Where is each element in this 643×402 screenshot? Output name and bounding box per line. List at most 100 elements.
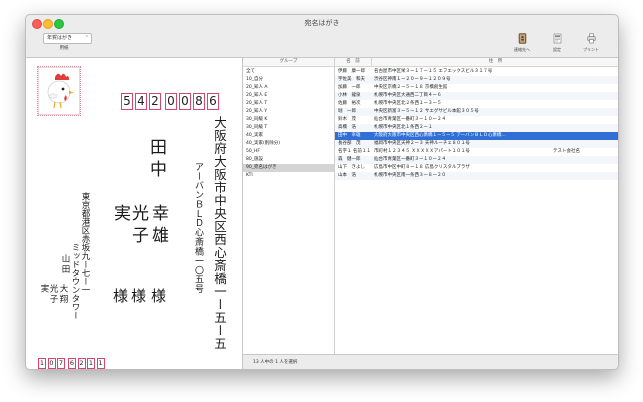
- recipient-surname: 田中: [146, 138, 166, 182]
- selection-status: 13 人中の 1 人を選択: [253, 360, 298, 365]
- group-item[interactable]: 20_知人 Y: [243, 108, 334, 116]
- recipient-address-line2: アーバンＢＬＤ心斎橋一〇五号: [193, 162, 203, 294]
- contact-address: 広島市中区中町８ー１８ 広島クリスタルプラザ: [374, 165, 470, 170]
- contact-address: 中央区新富３ー５ー１２ サエグサビル本館３０５号: [374, 109, 479, 114]
- contact-name: 宇佐美 和夫: [338, 77, 365, 82]
- toolbar: 年賀はがき ⌃ 用紙 連絡先へ 設定 プリント: [26, 31, 618, 58]
- contact-company: テスト会社名: [553, 149, 580, 154]
- paper-type-label: 用紙: [59, 46, 69, 51]
- contact-address: 札幌市中央区北２条西１ー３ー５: [374, 101, 442, 106]
- name-column-header[interactable]: 名 前: [335, 58, 371, 67]
- group-item[interactable]: 30_同級 T: [243, 124, 334, 132]
- stamp-illustration: [37, 66, 81, 116]
- contact-name: 長谷部 茂: [338, 141, 361, 146]
- postal-digit: 1: [38, 358, 46, 369]
- group-item[interactable]: 50_HF: [243, 148, 334, 156]
- postcard-preview[interactable]: 5 4 2 0 0 8 6 大阪府大阪市中央区西心斎橋一ー五ー五 アーバンＢＬＤ…: [26, 58, 243, 369]
- contact-address: 中央区京橋２ー５ー１８ 京橋創生館: [374, 85, 448, 90]
- postal-digit: 5: [121, 93, 133, 110]
- group-list[interactable]: グループ 全て 10_自分 20_知人 A 20_知人 E 20_知人 T 20_知人 Y…: [243, 58, 335, 354]
- app-window: 宛名はがき 年賀はがき ⌃ 用紙 連絡先へ 設定 プリント 5 4 2 0 0 …: [25, 14, 619, 370]
- settings-button-label: 設定: [553, 47, 561, 52]
- contact-row[interactable]: 宇佐美 和夫 渋谷区神南１ー２０ー９ー１２０９号: [335, 76, 618, 84]
- print-button[interactable]: プリント: [578, 32, 604, 56]
- group-item[interactable]: 40_実家: [243, 132, 334, 140]
- contact-name: 加藤 一郎: [338, 85, 361, 90]
- postal-digit: 4: [135, 93, 147, 110]
- contact-name: 森 健一郎: [338, 157, 361, 162]
- contact-address: 仙台市青葉区一番町３ー１０ー２４: [374, 117, 446, 122]
- contact-address: 福岡市中央区天神２ー３ 天神ルーチェ８０１号: [374, 141, 470, 146]
- contact-row[interactable]: 伊藤 康一郎 名古屋市中区栄３ー１７ー１５ エフエックスビル３１７号: [335, 68, 618, 76]
- printer-icon: [587, 33, 596, 44]
- postal-digit: 2: [77, 358, 86, 369]
- recipient-address-line1: 大阪府大阪市中央区西心斎橋一ー五ー五: [212, 116, 227, 350]
- group-column-header[interactable]: グループ: [243, 58, 334, 67]
- settings-button[interactable]: 設定: [544, 32, 570, 56]
- postal-digit: 2: [149, 93, 161, 110]
- group-item[interactable]: 20_知人 T: [243, 100, 334, 108]
- contact-name: 伊藤 康一郎: [338, 69, 365, 74]
- group-item[interactable]: 20_知人 E: [243, 92, 334, 100]
- contact-address: 札幌市中央区南一条西３ー８ー２０: [374, 173, 446, 178]
- contact-address: 名古屋市中区栄３ー１７ー１５ エフエックスビル３１７号: [374, 69, 493, 74]
- contact-address: 札幌市中央区北１条西２ー１: [374, 125, 433, 130]
- contact-address: 市町村１２３４５ ＸＸＸＸＸアパート１０１号: [374, 149, 470, 154]
- contacts-button[interactable]: 連絡先へ: [509, 32, 535, 56]
- contact-name: 山本 浩: [338, 173, 356, 178]
- recipient-postal-code: 5 4 2 0 0 8 6: [121, 93, 221, 110]
- postal-digit: 0: [179, 93, 191, 110]
- contact-row[interactable]: 小林 龍泉 札幌市中央区大通西二丁目４ー６: [335, 92, 618, 100]
- recipient-given-name-2: 光子: [128, 204, 148, 248]
- postal-digit: 6: [68, 358, 76, 369]
- contact-row[interactable]: 佐藤 裕次 札幌市中央区北２条西１ー３ー５: [335, 100, 618, 108]
- sender-given-name-2: 光子: [48, 284, 58, 305]
- honorific: 様: [149, 288, 167, 303]
- chevron-updown-icon: ⌃: [84, 35, 89, 41]
- contact-row[interactable]: 名字１ 名前１１ 市町村１２３４５ ＸＸＸＸＸアパート１０１号 テスト会社名: [335, 148, 618, 156]
- contact-row[interactable]: 高橋 浩 札幌市中央区北１条西２ー１: [335, 124, 618, 132]
- contact-row[interactable]: 山下 きよし 広島市中区中町８ー１８ 広島クリスタルプラザ: [335, 164, 618, 172]
- contacts-book-icon: [518, 33, 527, 44]
- address-column-header[interactable]: 住 所: [371, 58, 618, 67]
- postal-digit: 6: [207, 93, 219, 110]
- window-title: 宛名はがき: [304, 19, 340, 27]
- sender-surname: 山田: [60, 254, 70, 275]
- paper-type-value: 年賀はがき: [47, 35, 73, 41]
- postal-digit: 1: [87, 358, 95, 369]
- contact-row[interactable]: 田中 幸雄 大阪府大阪市中央区西心斎橋１ー５ー５ アーバンＢＬＤ心斎橋...: [335, 132, 618, 140]
- contact-address: 仙台市青葉区一番町３ー１０ー２４: [374, 157, 446, 162]
- contact-row[interactable]: 森 健一郎 仙台市青葉区一番町３ー１０ー２４: [335, 156, 618, 164]
- postal-digit: 8: [193, 93, 205, 110]
- settings-sheet-icon: [553, 33, 562, 44]
- contacts-button-label: 連絡先へ: [514, 47, 530, 52]
- group-item[interactable]: 20_知人 A: [243, 84, 334, 92]
- group-item[interactable]: 30_同級 K: [243, 116, 334, 124]
- contact-row[interactable]: 鈴木 茂 仙台市青葉区一番町３ー１０ー２４: [335, 116, 618, 124]
- contact-list[interactable]: 名 前 住 所 伊藤 康一郎 名古屋市中区栄３ー１７ー１５ エフエックスビル３１７…: [335, 58, 618, 354]
- contact-name: 山下 きよし: [338, 165, 365, 170]
- contact-row[interactable]: 加藤 一郎 中央区京橋２ー５ー１８ 京橋創生館: [335, 84, 618, 92]
- paper-type-select[interactable]: 年賀はがき ⌃: [43, 33, 92, 44]
- group-item[interactable]: 40_実家(削除分): [243, 140, 334, 148]
- contact-address: 渋谷区神南１ー２０ー９ー１２０９号: [374, 77, 451, 82]
- group-item[interactable]: 80_施設: [243, 156, 334, 164]
- contact-name: 名字１ 名前１１: [338, 149, 371, 154]
- contact-row[interactable]: 長谷部 茂 福岡市中央区天神２ー３ 天神ルーチェ８０１号: [335, 140, 618, 148]
- status-bar: 13 人中の 1 人を選択: [243, 354, 618, 369]
- honorific: 様: [129, 288, 147, 303]
- title-bar[interactable]: 宛名はがき: [26, 15, 618, 31]
- rooster-icon: [39, 68, 79, 114]
- postal-digit: 0: [165, 93, 177, 110]
- group-item[interactable]: 全て: [243, 68, 334, 76]
- group-item[interactable]: 90_宛名はがき: [243, 164, 334, 172]
- contact-name: 堀 一郎: [338, 109, 356, 114]
- postal-digit: 0: [47, 358, 56, 369]
- contact-name: 田中 幸雄: [338, 133, 361, 138]
- contact-name: 小林 龍泉: [338, 93, 361, 98]
- group-item[interactable]: 10_自分: [243, 76, 334, 84]
- contact-row[interactable]: 堀 一郎 中央区新富３ー５ー１２ サエグサビル本館３０５号: [335, 108, 618, 116]
- contact-row[interactable]: 山本 浩 札幌市中央区南一条西３ー８ー２０: [335, 172, 618, 180]
- group-item[interactable]: KTI: [243, 172, 334, 180]
- print-button-label: プリント: [583, 47, 599, 52]
